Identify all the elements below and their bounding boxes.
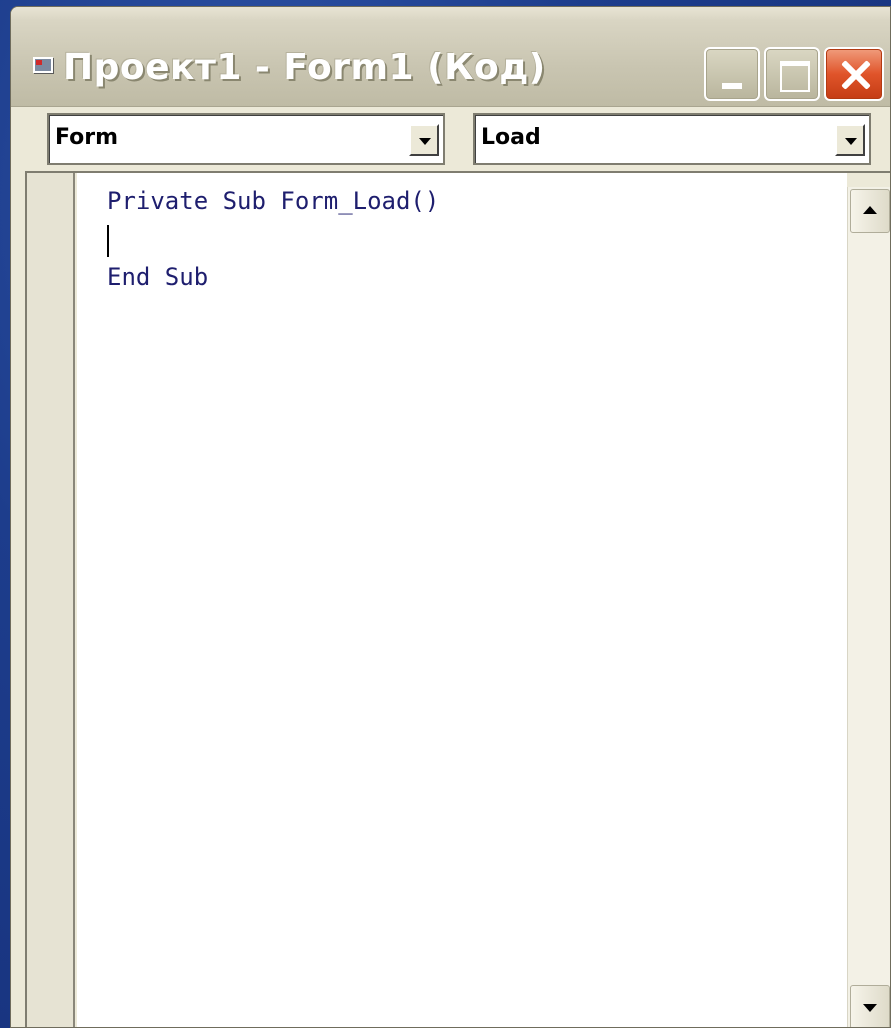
vertical-scrollbar[interactable]	[847, 187, 890, 1027]
code-window: Проект1 - Form1 (Код) Form Load Private …	[10, 6, 891, 1028]
code-editor: Private Sub Form_Load() End Sub	[25, 171, 890, 1027]
vb-form-icon[interactable]	[33, 57, 53, 73]
scroll-up-arrow-icon[interactable]	[850, 189, 890, 233]
code-line[interactable]: End Sub	[107, 263, 208, 291]
close-button[interactable]	[824, 47, 884, 101]
chevron-down-icon[interactable]	[409, 124, 439, 156]
text-cursor	[107, 225, 109, 257]
chevron-down-icon[interactable]	[835, 124, 865, 156]
minimize-button[interactable]	[704, 47, 760, 101]
scroll-down-arrow-icon[interactable]	[850, 985, 890, 1027]
object-combo[interactable]: Form	[47, 113, 445, 165]
procedure-combo[interactable]: Load	[473, 113, 871, 165]
margin-indicator-bar[interactable]	[27, 173, 75, 1027]
maximize-button[interactable]	[764, 47, 820, 101]
code-text-area[interactable]: Private Sub Form_Load() End Sub	[77, 173, 847, 1027]
title-bar[interactable]: Проект1 - Form1 (Код)	[11, 7, 890, 107]
code-line[interactable]: Private Sub Form_Load()	[107, 187, 439, 215]
procedure-combo-value: Load	[481, 125, 541, 150]
scrollbar-track[interactable]	[848, 235, 890, 979]
object-combo-value: Form	[55, 125, 119, 150]
window-title: Проект1 - Form1 (Код)	[63, 47, 546, 88]
